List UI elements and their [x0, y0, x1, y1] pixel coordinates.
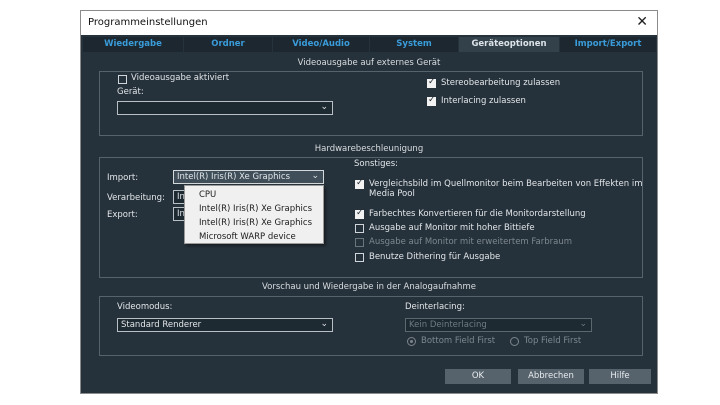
dropdown-option-cpu[interactable]: CPU — [199, 190, 216, 200]
top-field-radio — [510, 337, 519, 346]
video-out-label: Videoausgabe aktiviert — [131, 73, 230, 83]
tab-ordner[interactable]: Ordner — [184, 37, 272, 52]
compare-checkbox[interactable] — [355, 178, 364, 189]
deinterlace-select: Kein Deinterlacing ⌄ — [405, 318, 592, 332]
highbit-label: Ausgabe auf Monitor mit hoher Bittiefe — [369, 223, 535, 233]
device-label: Gerät: — [117, 87, 144, 97]
dropdown-option-warp[interactable]: Microsoft WARP device — [199, 232, 296, 242]
export-label: Export: — [107, 210, 138, 220]
import-label: Import: — [107, 173, 139, 183]
title-bar: Programmeinstellungen ✕ — [81, 11, 657, 35]
stereo-checkbox[interactable] — [427, 77, 436, 88]
device-select[interactable]: ⌄ — [117, 101, 333, 115]
chevron-down-icon: ⌄ — [320, 102, 328, 112]
tab-system[interactable]: System — [370, 37, 458, 52]
hardware-section-title: Hardwarebeschleunigung — [314, 144, 424, 154]
top-field-label: Top Field First — [524, 336, 582, 346]
widegamut-label: Ausgabe auf Monitor mit erweitertem Farb… — [369, 237, 572, 247]
highbit-checkbox[interactable] — [355, 224, 364, 233]
settings-window: Programmeinstellungen ✕ Wiedergabe Ordne… — [80, 10, 658, 394]
processing-label: Verarbeitung: — [107, 193, 165, 203]
videomode-label: Videomodus: — [117, 302, 173, 312]
tab-bar: Wiedergabe Ordner Video/Audio System Ger… — [81, 37, 657, 52]
help-button[interactable]: Hilfe — [589, 369, 651, 384]
analog-section-title: Vorschau und Wiedergabe in der Analogauf… — [262, 282, 476, 292]
widegamut-checkbox — [355, 238, 364, 247]
video-out-checkbox[interactable] — [118, 75, 127, 84]
import-dropdown-list: CPU Intel(R) Iris(R) Xe Graphics Intel(R… — [184, 185, 324, 244]
dropdown-option-iris-1[interactable]: Intel(R) Iris(R) Xe Graphics — [199, 204, 312, 214]
deinterlace-label: Deinterlacing: — [405, 302, 465, 312]
dither-label: Benutze Dithering für Ausgabe — [369, 252, 501, 262]
dropdown-option-iris-2[interactable]: Intel(R) Iris(R) Xe Graphics — [199, 218, 312, 228]
close-icon[interactable]: ✕ — [636, 14, 648, 30]
videomode-select[interactable]: Standard Renderer ⌄ — [117, 318, 333, 332]
interlacing-checkbox[interactable] — [427, 95, 436, 106]
tab-geraeteoptionen[interactable]: Geräteoptionen — [459, 37, 559, 52]
chevron-down-icon: ⌄ — [320, 319, 328, 329]
external-section-title: Videoausgabe auf externes Gerät — [297, 58, 441, 68]
tab-wiedergabe[interactable]: Wiedergabe — [83, 37, 183, 52]
compare-label-line2: Media Pool — [369, 189, 415, 199]
tab-import-export[interactable]: Import/Export — [560, 37, 656, 52]
import-select[interactable]: Intel(R) Iris(R) Xe Graphics ⌄ — [173, 170, 324, 184]
ok-button[interactable]: OK — [445, 369, 511, 384]
compare-label: Vergleichsbild im Quellmonitor beim Bear… — [369, 179, 643, 189]
chevron-down-icon: ⌄ — [579, 319, 587, 329]
misc-label: Sonstiges: — [354, 159, 399, 169]
window-title: Programmeinstellungen — [88, 17, 208, 28]
interlacing-label: Interlacing zulassen — [441, 96, 526, 106]
stereo-label: Stereobearbeitung zulassen — [441, 78, 561, 88]
chevron-down-icon: ⌄ — [311, 171, 319, 181]
cancel-button[interactable]: Abbrechen — [518, 369, 584, 384]
colorconv-label: Farbechtes Konvertieren für die Monitord… — [369, 209, 586, 219]
dither-checkbox[interactable] — [355, 253, 364, 262]
tab-video-audio[interactable]: Video/Audio — [273, 37, 369, 52]
colorconv-checkbox[interactable] — [355, 208, 364, 219]
bottom-field-label: Bottom Field First — [421, 336, 496, 346]
bottom-field-radio — [407, 337, 416, 346]
